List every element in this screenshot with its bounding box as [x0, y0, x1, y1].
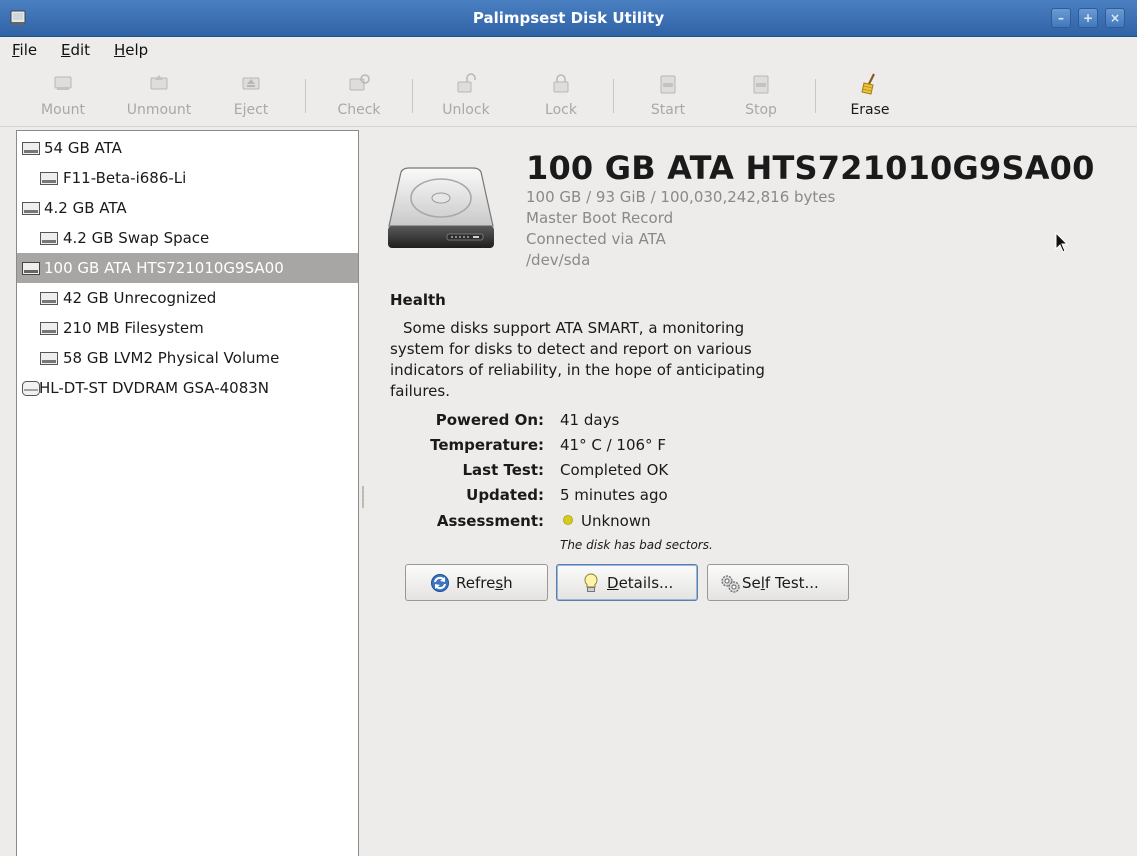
tree-item-volume[interactable]: 42 GB Unrecognized [17, 283, 358, 313]
unlock-button[interactable]: Unlock [432, 73, 500, 123]
menu-edit[interactable]: Edit [61, 41, 90, 59]
mount-icon [54, 76, 72, 90]
tree-item-volume[interactable]: 210 MB Filesystem [17, 313, 358, 343]
check-icon [349, 74, 370, 91]
toolbar-separator [412, 79, 413, 113]
start-button[interactable]: Start [640, 73, 696, 123]
partition-icon [40, 322, 58, 335]
self-test-button[interactable]: Self Test... [707, 564, 849, 601]
mouse-pointer-icon [1055, 232, 1069, 253]
last-test-value: Completed OK [560, 461, 669, 479]
start-raid-icon [660, 75, 676, 94]
temperature-label: Temperature: [430, 436, 544, 454]
details-button[interactable]: Details... [556, 564, 698, 601]
unlock-icon [457, 73, 476, 93]
check-button[interactable]: Check [330, 73, 388, 123]
tree-item-optical-drive[interactable]: HL-DT-ST DVDRAM GSA-4083N [17, 373, 358, 403]
unmount-icon [150, 75, 168, 90]
hard-disk-icon [22, 142, 40, 155]
powered-on-value: 41 days [560, 411, 620, 429]
optical-drive-icon [22, 381, 40, 396]
toolbar-separator [815, 79, 816, 113]
last-test-label: Last Test: [462, 461, 544, 479]
lock-button[interactable]: Lock [535, 73, 587, 123]
stop-button[interactable]: Stop [736, 73, 786, 123]
device-tree: 54 GB ATA F11-Beta-i686-Li 4.2 GB ATA 4.… [16, 130, 359, 856]
window-title: Palimpsest Disk Utility [472, 9, 665, 27]
disk-size: 100 GB / 93 GiB / 100,030,242,816 bytes [526, 188, 836, 206]
partition-icon [40, 292, 58, 305]
stop-raid-icon [753, 75, 769, 94]
tree-item-volume[interactable]: 4.2 GB Swap Space [17, 223, 358, 253]
eject-button[interactable]: Eject [225, 73, 277, 123]
partition-icon [40, 352, 58, 365]
toolbar-separator [305, 79, 306, 113]
assessment-label: Assessment: [436, 512, 544, 530]
partition-icon [40, 172, 58, 185]
menu-help[interactable]: Help [114, 41, 148, 59]
tree-item-volume[interactable]: 58 GB LVM2 Physical Volume [17, 343, 358, 373]
broom-icon [861, 73, 875, 95]
health-description: Some disks support ATA SMART, a monitori… [390, 319, 765, 400]
toolbar: Mount Unmount Eject Check Unlock Lock St… [0, 65, 1137, 127]
lock-icon [553, 74, 569, 93]
hard-disk-icon [22, 202, 40, 215]
tree-item-drive-selected[interactable]: 100 GB ATA HTS721010G9SA00 [17, 253, 358, 283]
updated-label: Updated: [466, 486, 544, 504]
maximize-button[interactable]: + [1078, 8, 1098, 28]
powered-on-label: Powered On: [435, 411, 544, 429]
hard-disk-large-icon [388, 167, 494, 248]
disk-partitioning: Master Boot Record [526, 209, 674, 227]
toolbar-separator [613, 79, 614, 113]
tree-item-drive[interactable]: 54 GB ATA [17, 133, 358, 163]
lightbulb-icon [584, 573, 598, 592]
assessment-value: Unknown [581, 512, 651, 530]
refresh-button[interactable]: Refresh [405, 564, 548, 601]
disk-connection: Connected via ATA [526, 230, 666, 248]
tree-item-volume[interactable]: F11-Beta-i686-Li [17, 163, 358, 193]
assessment-value-row: Unknown [560, 512, 651, 530]
unmount-button[interactable]: Unmount [113, 73, 205, 123]
hard-disk-icon [22, 262, 40, 275]
status-dot-icon [563, 515, 573, 525]
disk-details-pane: 100 GB ATA HTS721010G9SA00 100 GB / 93 G… [363, 128, 1137, 856]
menu-file[interactable]: File [12, 41, 37, 59]
refresh-icon [431, 574, 449, 592]
mount-button[interactable]: Mount [30, 73, 96, 123]
erase-button[interactable]: Erase [843, 73, 897, 123]
tree-item-drive[interactable]: 4.2 GB ATA [17, 193, 358, 223]
partition-icon [40, 232, 58, 245]
disk-title: 100 GB ATA HTS721010G9SA00 [526, 149, 1095, 187]
health-heading: Health [390, 291, 446, 309]
temperature-value: 41° C / 106° F [560, 436, 666, 454]
bad-sectors-note: The disk has bad sectors. [560, 538, 713, 552]
title-bar: Palimpsest Disk Utility – + × [0, 0, 1137, 37]
gears-icon [721, 575, 740, 593]
minimize-button[interactable]: – [1051, 8, 1071, 28]
updated-value: 5 minutes ago [560, 486, 668, 504]
eject-icon [242, 77, 260, 90]
menu-bar: File Edit Help [0, 37, 1137, 65]
close-button[interactable]: × [1105, 8, 1125, 28]
disk-device-path: /dev/sda [526, 251, 591, 269]
